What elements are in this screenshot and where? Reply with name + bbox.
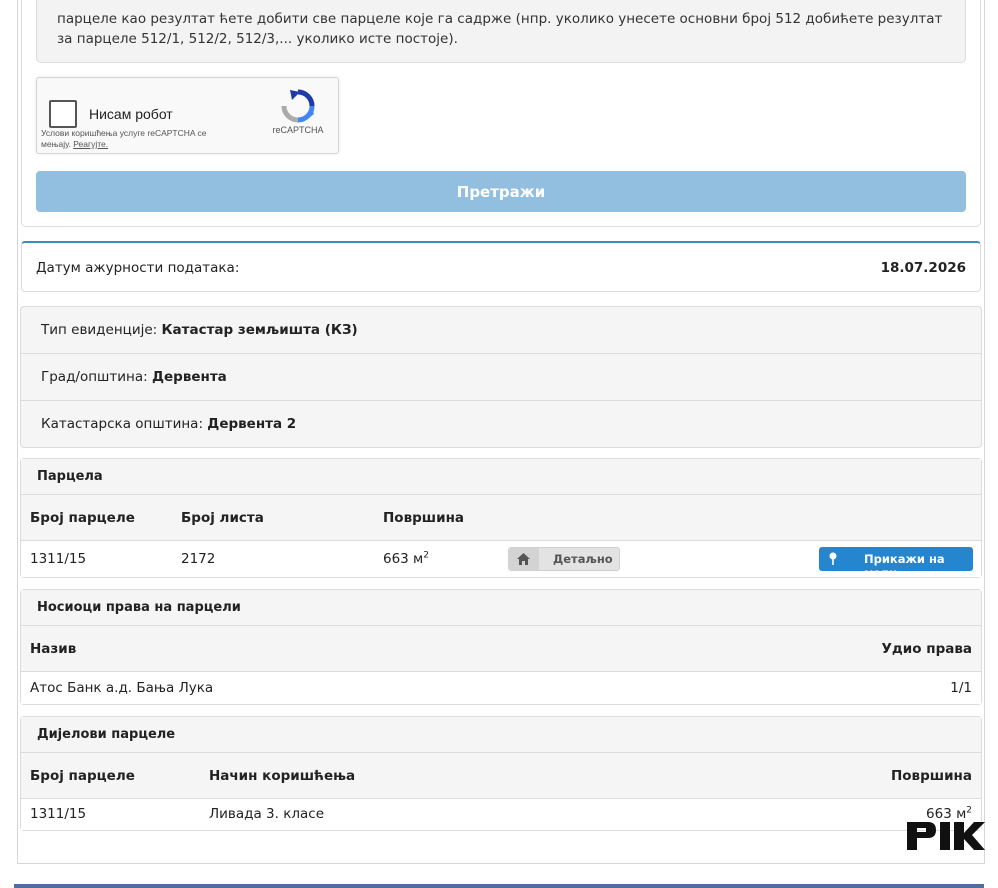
record-info-card: Тип евиденције: Катастар земљишта (КЗ) Г… — [20, 306, 982, 448]
rights-holders-panel: Носиоци права на парцели Назив Удио прав… — [20, 589, 982, 705]
pik-logo — [907, 822, 985, 850]
record-type-row: Тип евиденције: Катастар земљишта (КЗ) — [21, 307, 981, 354]
parcel-area-value: 663 м — [383, 551, 424, 567]
parcel-panel-title: Парцела — [21, 459, 981, 495]
footer-bar — [14, 884, 984, 888]
map-pin-icon — [829, 552, 837, 565]
recaptcha-terms: Услови коришћења услуге reCAPTCHA се мењ… — [41, 128, 231, 150]
col-part-number: Број парцеле — [30, 768, 135, 784]
show-on-map-label: Прикажи на мапи — [864, 552, 945, 580]
search-hint-notice: парцеле као резултат ћете добити све пар… — [36, 0, 966, 63]
col-land-use: Начин коришћења — [209, 768, 356, 784]
parts-table-header: Број парцеле Начин коришћења Површина — [21, 753, 981, 799]
freshness-date: 18.07.2026 — [880, 260, 966, 276]
show-on-map-button[interactable]: Прикажи на мапи — [819, 547, 973, 580]
sheet-number: 2172 — [181, 551, 216, 567]
col-share: Удио права — [881, 641, 973, 657]
recaptcha-brand: reCAPTCHA — [272, 125, 324, 135]
table-row: 1311/15 Ливада 3. класе 663 м2 — [21, 799, 981, 830]
freshness-label: Датум ажурности података: — [36, 260, 240, 276]
parcel-parts-title: Дијелови парцеле — [21, 717, 981, 753]
recaptcha-logo-icon — [281, 89, 315, 123]
recaptcha-terms-link[interactable]: Реагујте. — [73, 139, 108, 149]
recaptcha-checkbox[interactable] — [49, 100, 77, 128]
recaptcha-terms-text: Услови коришћења услуге reCAPTCHA се мењ… — [41, 128, 207, 149]
municipality-label: Град/општина: — [41, 369, 148, 385]
record-type-label: Тип евиденције: — [41, 322, 158, 338]
part-area-unit-exponent: 2 — [966, 805, 972, 816]
col-sheet-number: Број листа — [181, 510, 264, 526]
table-row: Атос Банк а.д. Бања Лука 1/1 — [21, 672, 981, 704]
holders-table-header: Назив Удио права — [21, 626, 981, 672]
holder-name: Атос Банк а.д. Бања Лука — [30, 680, 214, 696]
record-type-value: Катастар земљишта (КЗ) — [161, 322, 358, 338]
parcel-table-header: Број парцеле Број листа Површина — [21, 495, 981, 541]
municipality-value: Дервента — [151, 369, 227, 385]
search-button[interactable]: Претражи — [36, 171, 966, 212]
search-hint-text: парцеле као резултат ћете добити све пар… — [57, 11, 943, 47]
parcel-parts-panel: Дијелови парцеле Број парцеле Начин кори… — [20, 716, 982, 831]
municipality-row: Град/општина: Дервента — [21, 354, 981, 401]
recaptcha-label: Нисам робот — [89, 106, 173, 122]
cadastral-municipality-label: Катастарска општина: — [41, 416, 203, 432]
table-row: 1311/15 2172 663 м2 Детаљно Прикажи на м… — [21, 541, 981, 580]
cadastral-municipality-row: Катастарска општина: Дервента 2 — [21, 401, 981, 448]
parcel-number: 1311/15 — [30, 551, 87, 567]
parcel-area: 663 м2 — [383, 541, 429, 577]
data-freshness-card: Датум ажурности података: 18.07.2026 — [21, 241, 981, 292]
home-icon — [517, 553, 530, 565]
rights-holders-title: Носиоци права на парцели — [21, 590, 981, 626]
recaptcha-widget: Нисам робот Услови коришћења услуге reCA… — [36, 77, 339, 154]
parcel-area-unit-exponent: 2 — [423, 550, 429, 561]
col-parcel-number: Број парцеле — [30, 510, 135, 526]
detail-button-label: Детаљно — [553, 552, 613, 566]
detail-button[interactable]: Детаљно — [508, 547, 620, 571]
part-number: 1311/15 — [30, 806, 87, 822]
holder-share: 1/1 — [950, 680, 972, 696]
cadastral-municipality-value: Дервента 2 — [207, 416, 297, 432]
col-name: Назив — [30, 641, 77, 657]
col-part-area: Површина — [890, 768, 972, 784]
col-area: Површина — [383, 510, 465, 526]
parcel-panel: Парцела Број парцеле Број листа Површина… — [20, 458, 982, 580]
part-land-use: Ливада 3. класе — [209, 806, 325, 822]
